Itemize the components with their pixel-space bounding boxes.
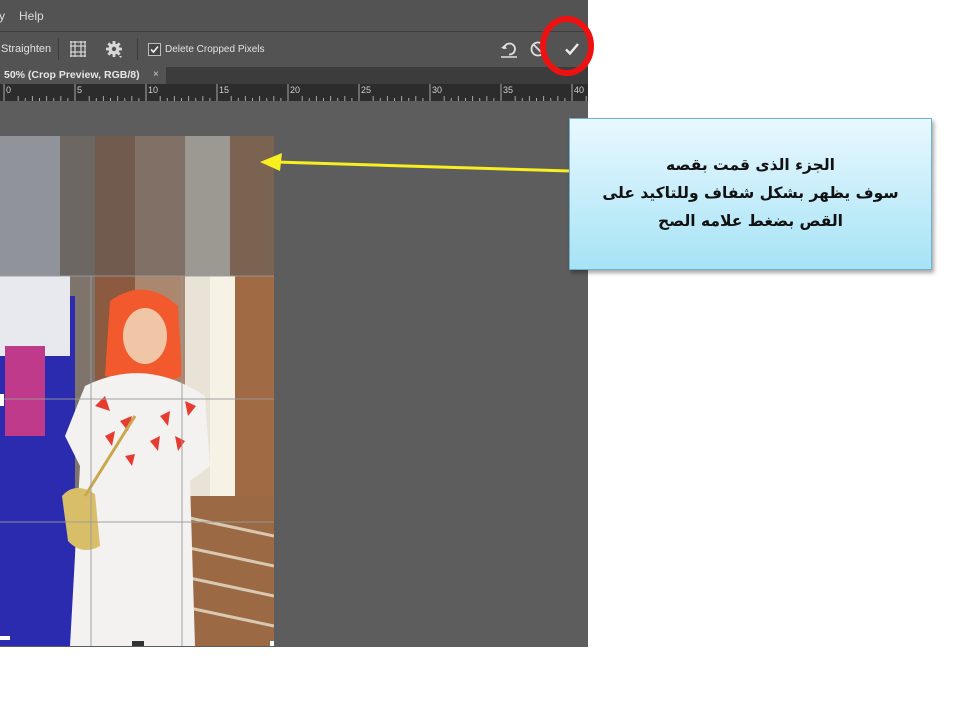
menu-item-window[interactable]: y <box>0 9 5 23</box>
undo-icon[interactable] <box>498 39 520 59</box>
arrow-icon <box>260 153 571 173</box>
ruler-label: 15 <box>219 85 229 95</box>
ruler-label: 0 <box>6 85 11 95</box>
delete-cropped-pixels-label: Delete Cropped Pixels <box>165 44 265 55</box>
options-bar: Straighten Delete Cropped Pixels <box>0 31 588 68</box>
highlight-circle <box>540 16 594 76</box>
menu-item-help[interactable]: Help <box>19 9 44 23</box>
document-tab-label: 50% (Crop Preview, RGB/8) <box>4 69 140 81</box>
close-icon[interactable]: × <box>153 69 159 80</box>
straighten-button[interactable]: Straighten <box>1 43 51 55</box>
photoshop-window: y Help Straighten Delete Cropped Pixels … <box>0 0 588 647</box>
gear-icon[interactable] <box>103 39 125 59</box>
document-tab[interactable]: 50% (Crop Preview, RGB/8) × <box>0 67 166 84</box>
ruler-label: 25 <box>361 85 371 95</box>
crop-preview-image[interactable] <box>0 136 274 646</box>
ruler-label: 10 <box>148 85 158 95</box>
annotation-line: سوف يظهر بشكل شفاف وللتاكيد على <box>602 184 899 202</box>
delete-cropped-pixels-checkbox[interactable] <box>148 43 161 56</box>
annotation-line: القص بضغط علامه الصح <box>658 212 843 230</box>
ruler-label: 20 <box>290 85 300 95</box>
horizontal-ruler: 0 5 10 15 20 25 30 35 40 <box>0 84 588 101</box>
checkmark-icon <box>150 45 159 54</box>
ruler-label: 35 <box>503 85 513 95</box>
annotation-callout: الجزء الذى قمت بقصه سوف يظهر بشكل شفاف و… <box>569 118 932 270</box>
ruler-label: 40 <box>574 85 584 95</box>
annotation-line: الجزء الذى قمت بقصه <box>666 156 835 174</box>
menu-bar: y Help <box>0 0 588 31</box>
document-tab-bar: 50% (Crop Preview, RGB/8) × <box>0 67 588 84</box>
divider <box>58 38 59 60</box>
ruler-label: 5 <box>77 85 82 95</box>
divider <box>137 38 138 60</box>
ruler-label: 30 <box>432 85 442 95</box>
grid-icon[interactable] <box>67 39 89 59</box>
